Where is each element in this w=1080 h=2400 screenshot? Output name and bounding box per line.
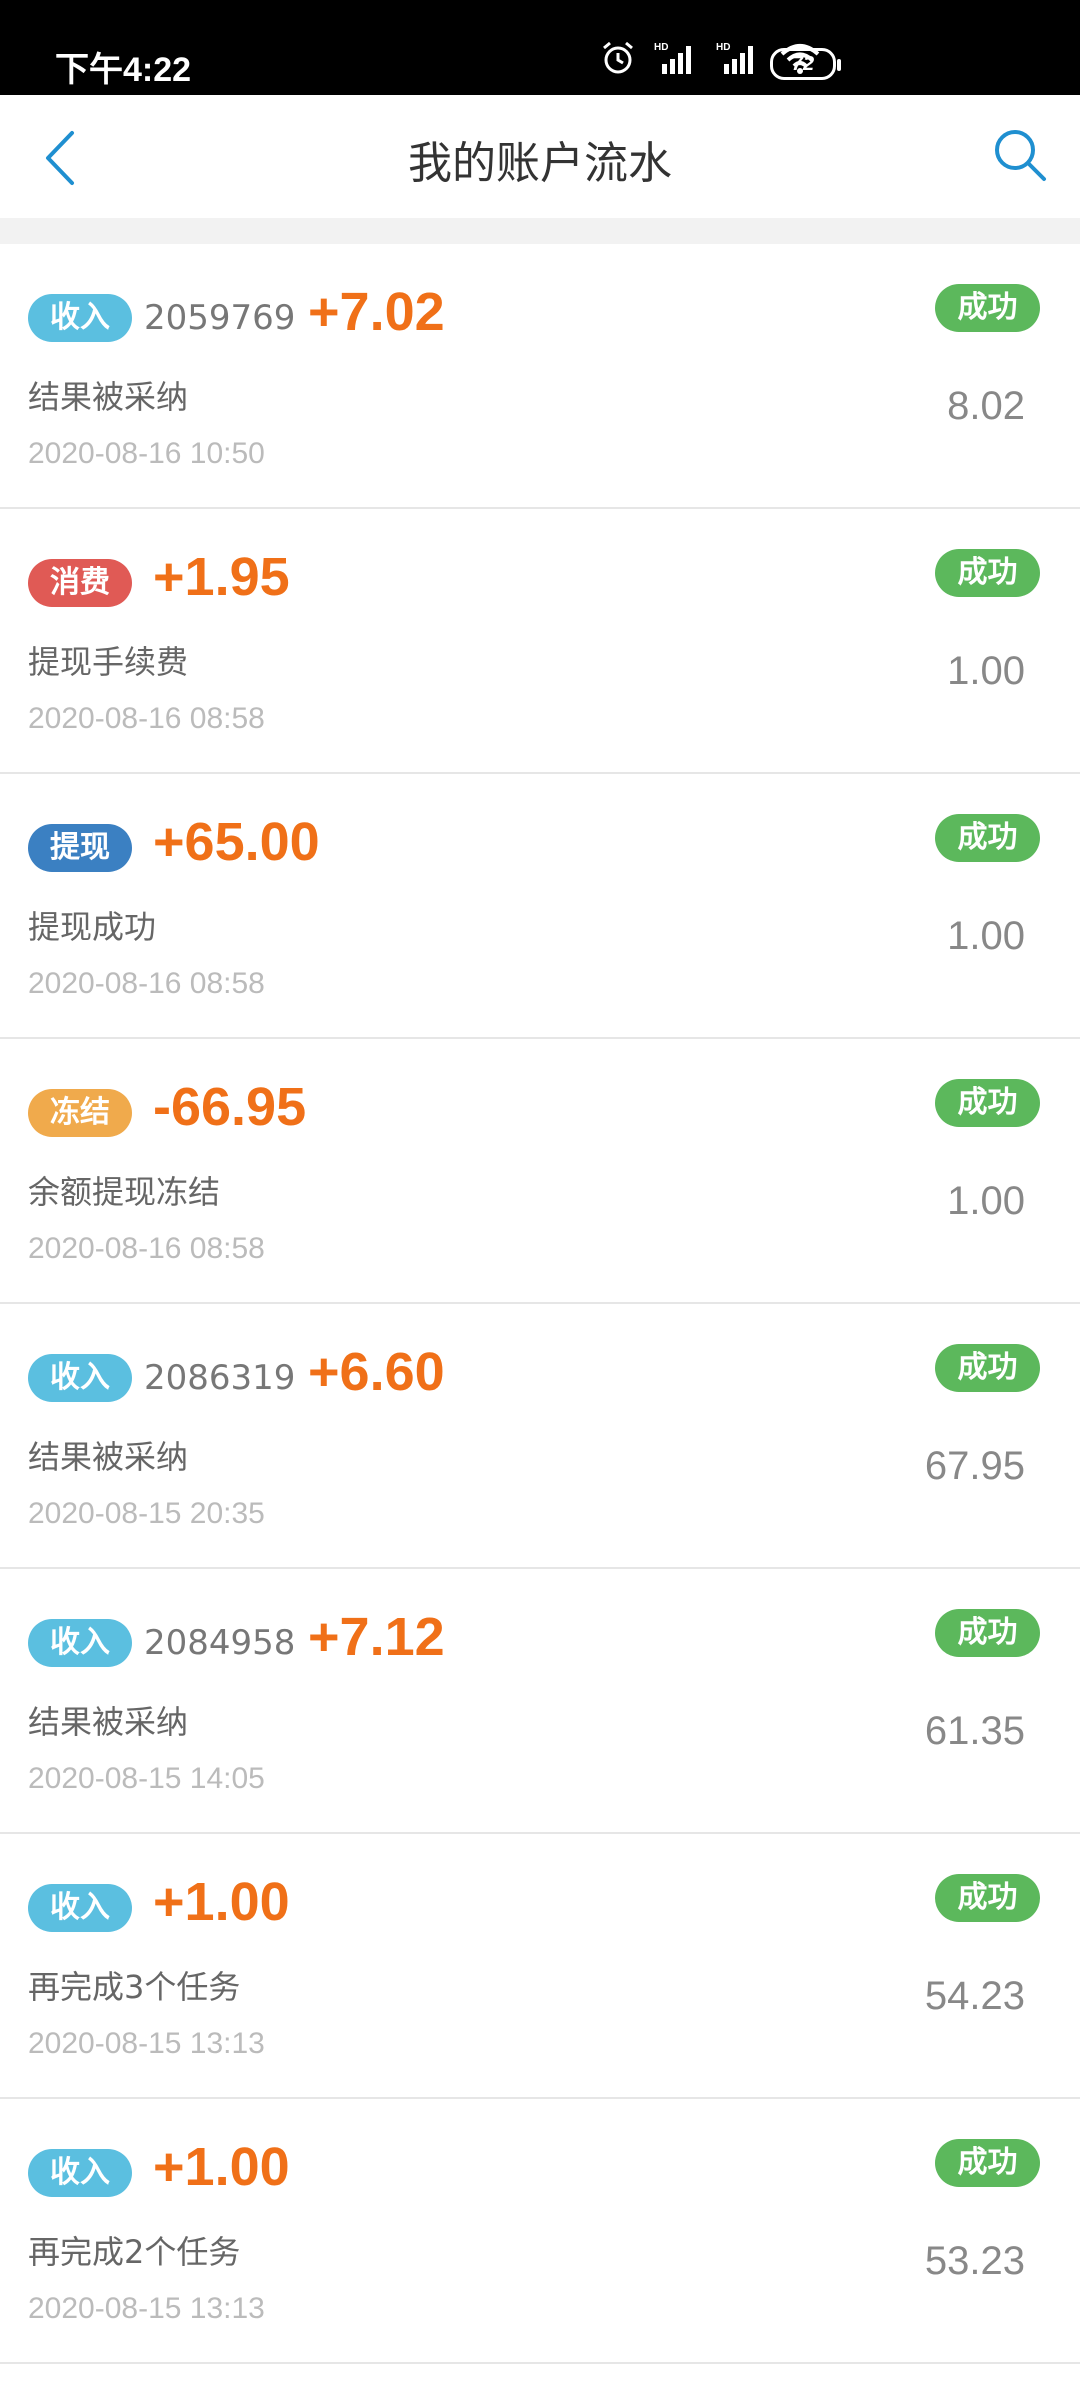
transaction-amount: +7.02 [308,282,445,342]
transaction-id: 2086319 [144,1358,296,1398]
transaction-time: 2020-08-15 20:35 [28,1497,265,1530]
transaction-description: 提现成功 [28,908,157,946]
transaction-amount: +65.00 [153,812,320,872]
type-tag: 提现 [28,824,132,872]
balance-value: 1.00 [947,649,1025,693]
transaction-amount: +1.00 [153,1872,290,1932]
balance-value: 54.23 [924,1974,1025,2018]
type-tag: 收入 [28,1619,132,1667]
nav-bar: 我的账户流水 [0,95,1080,218]
transaction-row[interactable]: 收入 +1.00 成功 再完成3个任务 2020-08-15 13:13 54.… [0,1834,1080,2099]
transaction-amount: +6.60 [308,1342,445,1402]
type-tag: 收入 [28,294,132,342]
balance-value: 1.00 [947,914,1025,958]
transaction-description: 再完成2个任务 [28,2233,241,2271]
type-tag: 消费 [28,559,132,607]
status-badge: 成功 [935,1079,1040,1127]
transaction-time: 2020-08-16 08:58 [28,967,265,1000]
status-badge: 成功 [935,814,1040,862]
transaction-time: 2020-08-16 08:58 [28,702,265,735]
status-badge: 成功 [935,1344,1040,1392]
transaction-time: 2020-08-15 13:13 [28,2292,265,2325]
transaction-id: 2084958 [144,1623,296,1663]
transaction-time: 2020-08-15 13:13 [28,2027,265,2060]
status-badge: 成功 [935,1609,1040,1657]
transaction-row[interactable]: 提现 +65.00 成功 提现成功 2020-08-16 08:58 1.00 [0,774,1080,1039]
balance-value: 1.00 [947,1179,1025,1223]
transaction-description: 结果被采纳 [28,1703,189,1741]
type-tag: 收入 [28,1354,132,1402]
transaction-time: 2020-08-16 08:58 [28,1232,265,1265]
hd-signal-icon: HD [716,42,753,74]
transaction-description: 提现手续费 [28,643,189,681]
type-tag: 收入 [28,2149,132,2197]
transaction-amount: +7.12 [308,1607,445,1667]
status-badge: 成功 [935,284,1040,332]
balance-value: 61.35 [924,1709,1025,1753]
page-title: 我的账户流水 [408,138,672,189]
transaction-amount: -66.95 [153,1077,307,1137]
type-tag: 冻结 [28,1089,132,1137]
transaction-id: 2059769 [144,298,296,338]
transaction-row[interactable]: 消费 +1.95 成功 提现手续费 2020-08-16 08:58 1.00 [0,509,1080,774]
svg-text:HD: HD [716,42,730,53]
section-divider [0,218,1080,244]
transaction-row[interactable]: 收入 +1.00 成功 再完成2个任务 2020-08-15 13:13 53.… [0,2099,1080,2364]
alarm-icon [603,41,633,74]
status-time: 下午4:22 [55,51,192,89]
transaction-amount: +1.00 [153,2137,290,2197]
transaction-row[interactable]: 收入 2084958 +7.12 成功 结果被采纳 2020-08-15 14:… [0,1569,1080,1834]
status-badge: 成功 [935,549,1040,597]
type-tag: 收入 [28,1884,132,1932]
svg-text:HD: HD [654,42,668,53]
balance-value: 8.02 [947,384,1025,428]
balance-value: 67.95 [924,1444,1025,1488]
transaction-time: 2020-08-16 10:50 [28,437,265,470]
transaction-description: 余额提现冻结 [28,1173,221,1211]
transaction-time: 2020-08-15 14:05 [28,1762,265,1795]
status-badge: 成功 [935,1874,1040,1922]
transaction-amount: +1.95 [153,547,290,607]
transaction-row[interactable]: 收入 2059769 +7.02 成功 结果被采纳 2020-08-16 10:… [0,244,1080,509]
search-button[interactable] [990,125,1050,185]
transaction-row[interactable]: 冻结 -66.95 成功 余额提现冻结 2020-08-16 08:58 1.0… [0,1039,1080,1304]
balance-value: 53.23 [924,2239,1025,2283]
transaction-list: 收入 2059769 +7.02 成功 结果被采纳 2020-08-16 10:… [0,244,1080,2364]
status-bar: 下午4:22 HD HD 72 [0,0,1080,95]
transaction-row[interactable]: 收入 2086319 +6.60 成功 结果被采纳 2020-08-15 20:… [0,1304,1080,1569]
status-badge: 成功 [935,2139,1040,2187]
transaction-description: 结果被采纳 [28,1438,189,1476]
transaction-description: 结果被采纳 [28,378,189,416]
transaction-description: 再完成3个任务 [28,1968,241,2006]
battery-icon: 72 [770,48,841,80]
search-icon [995,130,1046,181]
hd-signal-icon: HD [654,42,691,74]
